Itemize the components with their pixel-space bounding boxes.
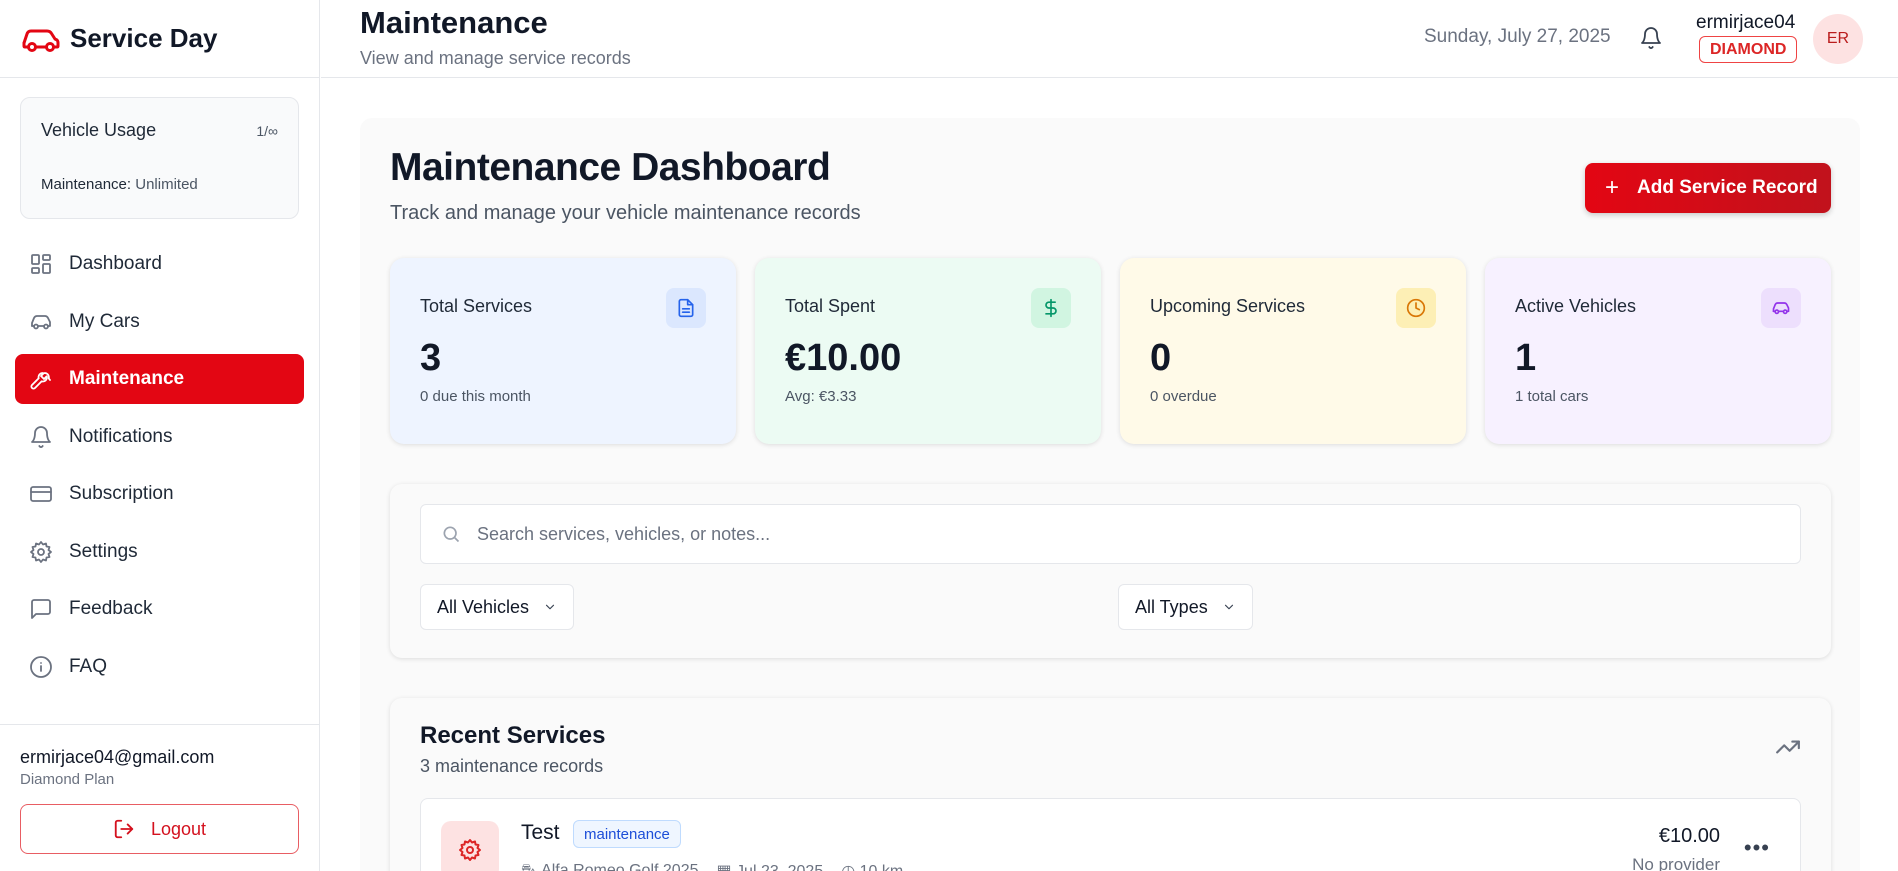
search-icon	[443, 526, 460, 543]
top-header: Maintenance View and manage service reco…	[321, 0, 1898, 78]
car-icon	[1761, 288, 1801, 328]
car-logo-icon	[22, 29, 60, 52]
stat-value: 3	[420, 337, 442, 379]
brand[interactable]: Service Day	[0, 0, 319, 78]
sidebar: Service Day Vehicle Usage 1/∞ Maintenanc…	[0, 0, 320, 871]
user-plan: Diamond Plan	[20, 771, 115, 788]
service-provider: No provider	[1632, 855, 1720, 871]
sidebar-item-label: My Cars	[69, 310, 140, 332]
stat-card-total-spent: Total Spent €10.00 Avg: €3.33	[755, 258, 1101, 444]
type-filter-select[interactable]: All Types	[1118, 584, 1253, 630]
main-content: Maintenance Dashboard Track and manage y…	[360, 118, 1860, 871]
stat-card-total-services: Total Services 3 0 due this month	[390, 258, 736, 444]
recent-services-title: Recent Services	[420, 722, 606, 749]
service-gear-icon	[441, 821, 499, 871]
document-icon	[666, 288, 706, 328]
notifications-bell-icon[interactable]	[1639, 26, 1663, 50]
logout-button[interactable]: Logout	[20, 804, 299, 854]
clock-icon	[1396, 288, 1436, 328]
stat-card-upcoming-services: Upcoming Services 0 0 overdue	[1120, 258, 1466, 444]
trending-up-icon	[1776, 740, 1800, 754]
page-subtitle: View and manage service records	[360, 48, 631, 68]
current-date: Sunday, July 27, 2025	[1424, 26, 1611, 47]
sidebar-footer: ermirjace04@gmail.com Diamond Plan Logou…	[0, 724, 320, 854]
message-icon	[31, 599, 51, 619]
filter-card: All Vehicles All Types	[390, 484, 1831, 658]
sidebar-item-maintenance[interactable]: Maintenance	[15, 354, 304, 404]
sidebar-item-label: FAQ	[69, 655, 108, 677]
dashboard-icon	[31, 254, 51, 274]
usage-count: 1/∞	[256, 122, 278, 139]
service-distance: ◷ 10 km	[841, 861, 903, 871]
stat-label: Total Spent	[785, 296, 876, 316]
sidebar-item-label: Notifications	[69, 425, 173, 447]
vehicle-usage-card: Vehicle Usage 1/∞ Maintenance: Unlimited	[20, 97, 299, 219]
wrench-icon	[30, 372, 51, 390]
search-box[interactable]	[420, 504, 1801, 564]
stat-value: 1	[1515, 337, 1537, 379]
plus-icon: +	[1605, 174, 1620, 201]
stat-label: Active Vehicles	[1515, 296, 1637, 316]
usage-title: Vehicle Usage	[41, 120, 157, 140]
stat-note: 1 total cars	[1515, 388, 1589, 405]
dashboard-title: Maintenance Dashboard	[390, 146, 831, 189]
dollar-icon	[1031, 288, 1071, 328]
add-service-record-label: Add Service Record	[1637, 177, 1818, 198]
sidebar-item-label: Subscription	[69, 483, 174, 504]
sidebar-item-notifications[interactable]: Notifications	[15, 412, 304, 462]
service-name: Test	[521, 821, 560, 844]
sidebar-item-subscription[interactable]: Subscription	[15, 469, 304, 519]
chevron-down-icon	[545, 604, 555, 610]
vehicle-filter-value: All Vehicles	[437, 596, 530, 617]
add-service-record-button[interactable]: + Add Service Record	[1585, 163, 1831, 213]
service-record-row[interactable]: Test maintenance ⛍ Alfa Romeo Golf 2025 …	[420, 798, 1801, 871]
brand-name: Service Day	[70, 23, 218, 53]
stat-label: Total Services	[420, 296, 533, 316]
car-icon	[31, 314, 51, 329]
service-meta: ⛍ Alfa Romeo Golf 2025 ▦ Jul 23, 2025 ◷ …	[521, 861, 903, 871]
recent-services-count: 3 maintenance records	[420, 756, 604, 776]
sidebar-item-label: Maintenance	[69, 368, 185, 389]
service-date: ▦ Jul 23, 2025	[716, 861, 823, 871]
stat-value: 0	[1150, 337, 1172, 379]
sidebar-item-dashboard[interactable]: Dashboard	[15, 239, 304, 289]
stat-card-active-vehicles: Active Vehicles 1 1 total cars	[1485, 258, 1831, 444]
logout-label: Logout	[150, 818, 207, 839]
logout-icon	[114, 819, 134, 839]
service-amount: €10.00	[1658, 825, 1720, 847]
stat-value: €10.00	[785, 337, 902, 379]
sidebar-item-settings[interactable]: Settings	[15, 527, 304, 577]
bell-icon	[31, 425, 51, 448]
sidebar-item-feedback[interactable]: Feedback	[15, 584, 304, 634]
header-username: ermirjace04	[1696, 12, 1796, 33]
stat-note: 0 due this month	[420, 388, 531, 405]
chevron-down-icon	[1224, 604, 1233, 610]
sidebar-item-label: Feedback	[69, 598, 153, 619]
gear-icon	[30, 540, 52, 563]
usage-maintenance-value: Unlimited	[135, 176, 198, 193]
usage-maintenance-label: Maintenance:	[41, 176, 132, 193]
stat-note: Avg: €3.33	[785, 388, 857, 405]
search-input[interactable]	[477, 523, 1777, 545]
sidebar-item-my-cars[interactable]: My Cars	[15, 297, 304, 347]
plan-badge: DIAMOND	[1699, 36, 1798, 63]
sidebar-nav: Dashboard My Cars Maintenance Notificati…	[15, 239, 304, 699]
credit-card-icon	[30, 486, 52, 502]
sidebar-item-label: Dashboard	[69, 253, 162, 274]
stat-label: Upcoming Services	[1150, 296, 1306, 316]
user-email: ermirjace04@gmail.com	[20, 747, 215, 767]
sidebar-item-label: Settings	[69, 540, 138, 562]
vehicle-filter-select[interactable]: All Vehicles	[420, 584, 575, 630]
avatar[interactable]: ER	[1813, 14, 1863, 64]
page-title: Maintenance	[360, 5, 548, 40]
dashboard-subtitle: Track and manage your vehicle maintenanc…	[390, 202, 861, 224]
sidebar-item-faq[interactable]: FAQ	[15, 642, 304, 692]
service-vehicle: ⛍ Alfa Romeo Golf 2025	[521, 862, 699, 871]
more-options-icon[interactable]: •••	[1744, 835, 1770, 861]
recent-services-card: Recent Services 3 maintenance records Te…	[390, 698, 1831, 871]
stat-note: 0 overdue	[1150, 388, 1217, 405]
service-type-badge: maintenance	[573, 820, 681, 848]
type-filter-value: All Types	[1135, 596, 1208, 617]
info-icon	[30, 655, 52, 678]
